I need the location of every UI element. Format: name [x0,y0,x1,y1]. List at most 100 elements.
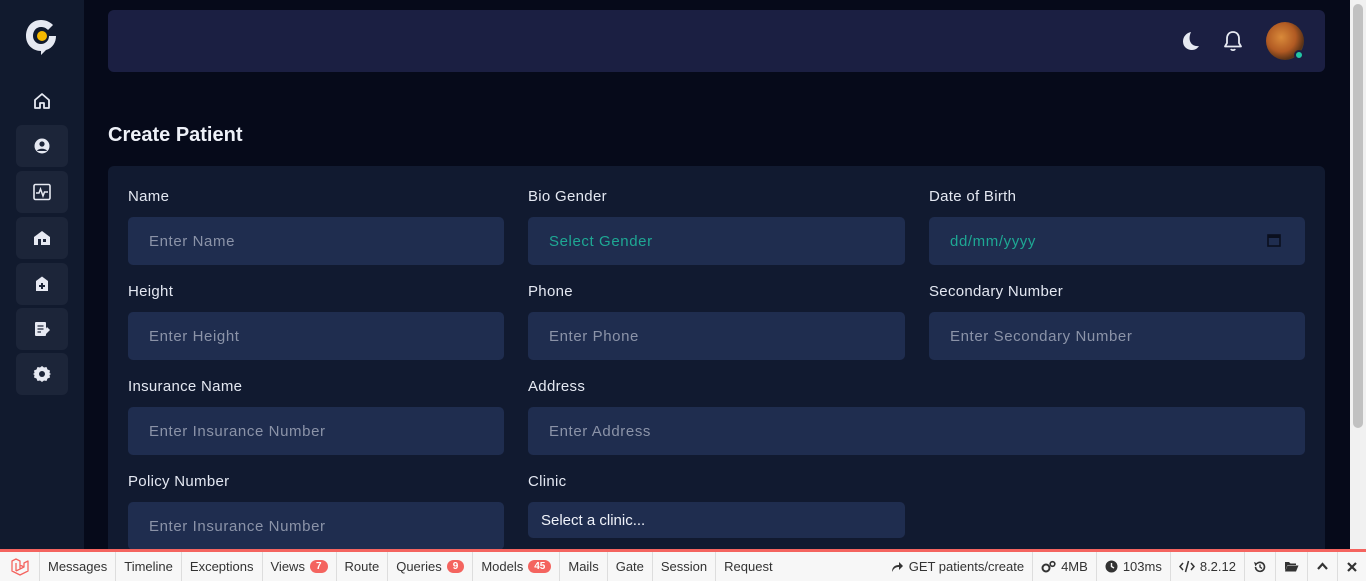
tab-label: Messages [48,559,108,574]
phone-placeholder: Enter Phone [549,327,639,345]
clock-icon [1105,560,1118,573]
scrollbar-thumb[interactable] [1353,4,1363,428]
debugbar-memory[interactable]: 4MB [1032,552,1096,581]
phone-label: Phone [528,283,573,300]
nav-monitoring[interactable] [16,171,68,213]
calendar-icon[interactable] [1267,233,1281,247]
debugbar-tab-route[interactable]: Route [337,552,389,581]
dob-placeholder: dd/mm/yyyy [950,232,1037,250]
php-version: 8.2.12 [1199,559,1236,574]
bio-gender-label: Bio Gender [528,188,607,205]
debugbar-logo[interactable] [0,552,40,581]
debugbar-tab-gate[interactable]: Gate [608,552,653,581]
bio-gender-select[interactable]: Select Gender [528,217,905,265]
moon-icon [1183,32,1199,50]
nav-medical[interactable] [16,263,68,305]
close-icon [1347,561,1357,572]
top-header [108,10,1325,72]
activity-monitor-icon [33,183,51,201]
debugbar-tab-mails[interactable]: Mails [560,552,608,581]
memory-usage: 4MB [1061,559,1088,574]
page-scrollbar[interactable] [1350,0,1366,549]
debugbar-request-info[interactable]: GET patients/create [883,552,1032,581]
tab-label: Route [344,559,380,574]
bell-icon [1224,31,1242,52]
request-route: GET patients/create [908,559,1025,574]
debugbar-tab-timeline[interactable]: Timeline [116,552,182,581]
phone-input[interactable]: Enter Phone [528,312,905,360]
page-title: Create Patient [108,124,243,146]
dob-input[interactable]: dd/mm/yyyy [929,217,1305,265]
debugbar-tab-messages[interactable]: Messages [40,552,117,581]
nav-clinics[interactable] [16,217,68,259]
tab-label: Session [660,559,708,574]
clinic-select[interactable]: Select a clinic... [528,502,905,538]
medical-icon [36,276,48,291]
debugbar-history-button[interactable] [1244,552,1275,581]
folder-open-icon [1285,562,1299,572]
document-edit-icon [35,322,50,336]
policy-number-label: Policy Number [128,473,230,490]
debugbar-open-button[interactable] [1275,552,1307,581]
height-input[interactable]: Enter Height [128,312,504,360]
name-input[interactable]: Enter Name [128,217,504,265]
insurance-name-placeholder: Enter Insurance Number [149,422,326,440]
debugbar-close-button[interactable] [1337,552,1366,581]
insurance-name-label: Insurance Name [128,378,243,395]
name-placeholder: Enter Name [149,232,236,250]
debugbar-maximize-button[interactable] [1307,552,1337,581]
nav-home[interactable] [16,80,68,122]
history-icon [1254,561,1266,572]
user-circle-icon [34,138,50,154]
tab-label: Timeline [124,559,173,574]
share-arrow-icon [891,562,903,572]
theme-toggle-button[interactable] [1176,28,1202,54]
nav-patients[interactable] [16,125,68,167]
nav-settings[interactable] [16,353,68,395]
laravel-logo-icon [10,557,29,576]
debugbar-tab-models[interactable]: Models 45 [473,552,561,581]
request-duration: 103ms [1122,559,1162,574]
debugbar-time[interactable]: 103ms [1095,552,1170,581]
height-placeholder: Enter Height [149,327,240,345]
address-input[interactable]: Enter Address [528,407,1305,455]
address-label: Address [528,378,586,395]
policy-number-placeholder: Enter Insurance Number [149,517,326,535]
tab-label: Views [270,559,305,574]
views-count-badge: 7 [309,560,328,573]
user-avatar[interactable] [1266,22,1304,60]
home-icon [34,93,50,109]
online-status-dot [1294,50,1304,60]
code-icon [1178,560,1195,573]
gear-icon [33,366,51,382]
secondary-number-input[interactable]: Enter Secondary Number [929,312,1305,360]
bio-gender-placeholder: Select Gender [549,232,653,250]
debugbar-tab-exceptions[interactable]: Exceptions [182,552,263,581]
debugbar-php-version[interactable]: 8.2.12 [1169,552,1244,581]
address-placeholder: Enter Address [549,422,652,440]
chevron-up-icon [1317,562,1328,570]
debugbar-right: GET patients/create 4MB 103ms 8.2.12 [883,552,1366,581]
debugbar-tab-views[interactable]: Views 7 [263,552,337,581]
debugbar-tab-queries[interactable]: Queries 9 [388,552,474,581]
insurance-name-input[interactable]: Enter Insurance Number [128,407,504,455]
name-label: Name [128,188,170,205]
queries-count-badge: 9 [446,560,465,573]
models-count-badge: 45 [528,560,552,573]
clinic-label: Clinic [528,473,567,490]
tab-label: Exceptions [189,559,254,574]
tab-label: Models [481,559,524,574]
debugbar: Messages Timeline Exceptions Views 7 Rout… [0,549,1366,581]
dob-label: Date of Birth [929,188,1017,205]
height-label: Height [128,283,174,300]
debugbar-tab-request[interactable]: Request [716,552,780,581]
tab-label: Queries [396,559,442,574]
sidebar [0,0,84,549]
debugbar-tab-session[interactable]: Session [653,552,717,581]
nav-records[interactable] [16,308,68,350]
secondary-number-placeholder: Enter Secondary Number [950,327,1133,345]
policy-number-input[interactable]: Enter Insurance Number [128,502,504,550]
notifications-button[interactable] [1220,28,1246,54]
tab-label: Request [724,559,773,574]
app-logo[interactable] [24,18,58,56]
